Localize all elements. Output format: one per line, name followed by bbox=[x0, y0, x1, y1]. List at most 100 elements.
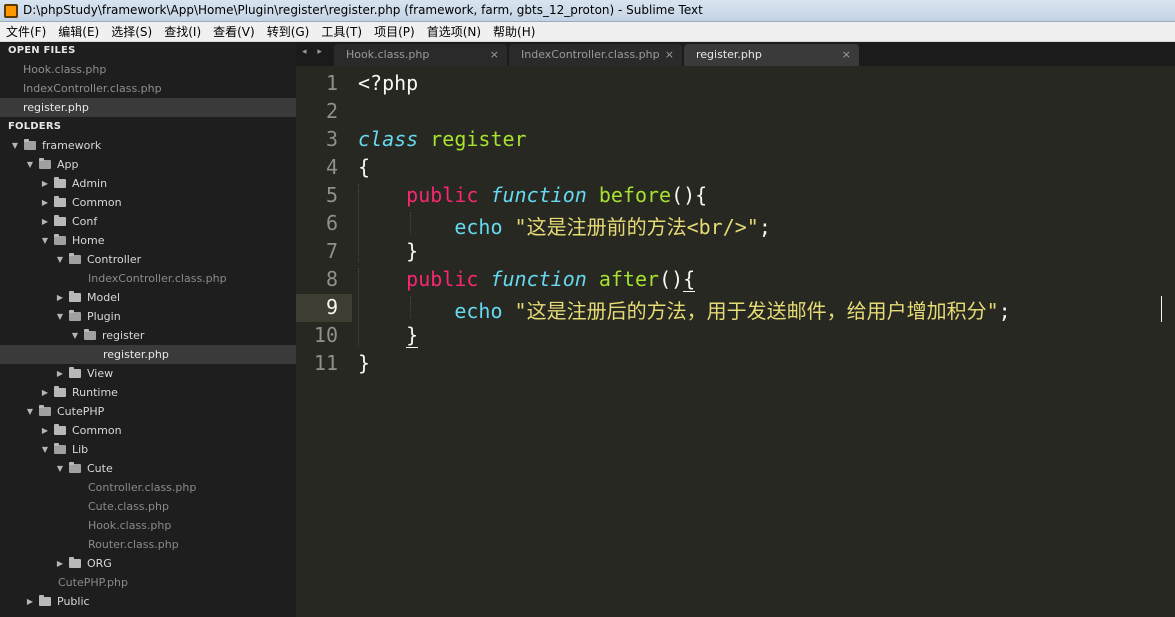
disclosure-closed-icon[interactable]: ▶ bbox=[55, 364, 65, 383]
tree-item-label: Cute bbox=[87, 462, 113, 475]
code-line-9: echo "这是注册后的方法，用于发送邮件，给用户增加积分"; bbox=[358, 295, 1011, 324]
code-line-1: <?php bbox=[358, 71, 418, 95]
folder-icon bbox=[54, 196, 66, 207]
tree-folder-row[interactable]: ▶ Admin bbox=[0, 174, 296, 193]
disclosure-closed-icon[interactable]: ▶ bbox=[40, 212, 50, 231]
disclosure-closed-icon[interactable]: ▶ bbox=[40, 174, 50, 193]
menu-view[interactable]: 查看(V) bbox=[213, 23, 255, 40]
disclosure-open-icon[interactable]: ▼ bbox=[40, 231, 50, 250]
tree-file-row[interactable]: IndexController.class.php bbox=[0, 269, 296, 288]
keyword-echo: echo bbox=[454, 215, 503, 239]
brace: } bbox=[406, 239, 419, 263]
disclosure-open-icon[interactable]: ▼ bbox=[25, 402, 35, 421]
brace: } bbox=[358, 351, 371, 375]
tree-item-label: register.php bbox=[103, 348, 169, 361]
disclosure-open-icon[interactable]: ▼ bbox=[25, 155, 35, 174]
tree-folder-row[interactable]: ▶ Common bbox=[0, 421, 296, 440]
tab-indexcontroller[interactable]: IndexController.class.php × bbox=[509, 44, 682, 66]
disclosure-closed-icon[interactable]: ▶ bbox=[55, 288, 65, 307]
disclosure-closed-icon[interactable]: ▶ bbox=[40, 193, 50, 212]
line-number: 5 bbox=[325, 183, 338, 207]
tree-folder-row[interactable]: ▶ Public bbox=[0, 592, 296, 611]
brace: { bbox=[358, 155, 371, 179]
disclosure-closed-icon[interactable]: ▶ bbox=[40, 383, 50, 402]
tree-item-label: framework bbox=[42, 139, 102, 152]
tree-folder-row[interactable]: ▶ Model bbox=[0, 288, 296, 307]
tree-folder-row[interactable]: ▶ Common bbox=[0, 193, 296, 212]
tree-folder-row[interactable]: ▼ register bbox=[0, 326, 296, 345]
tab-hook[interactable]: Hook.class.php × bbox=[334, 44, 507, 66]
sidebar: OPEN FILES Hook.class.php IndexControlle… bbox=[0, 42, 296, 617]
menu-preferences[interactable]: 首选项(N) bbox=[427, 23, 481, 40]
tree-file-row[interactable]: Controller.class.php bbox=[0, 478, 296, 497]
method-name: after bbox=[598, 267, 660, 291]
disclosure-closed-icon[interactable]: ▶ bbox=[55, 554, 65, 573]
tree-folder-row[interactable]: ▼ Cute bbox=[0, 459, 296, 478]
close-icon[interactable]: × bbox=[490, 44, 499, 66]
tree-folder-row[interactable]: ▶ Runtime bbox=[0, 383, 296, 402]
tree-file-row[interactable]: Hook.class.php bbox=[0, 516, 296, 535]
code-editor[interactable]: 1 2 3 4 5 6 7 8 9 10 11 <?php class regi… bbox=[296, 66, 1175, 617]
menu-find[interactable]: 查找(I) bbox=[164, 23, 201, 40]
tree-folder-row[interactable]: ▼ Lib bbox=[0, 440, 296, 459]
tree-folder-row[interactable]: ▶ ORG bbox=[0, 554, 296, 573]
disclosure-closed-icon[interactable]: ▶ bbox=[25, 592, 35, 611]
disclosure-open-icon[interactable]: ▼ bbox=[70, 326, 80, 345]
open-file-item[interactable]: Hook.class.php bbox=[0, 60, 296, 79]
tab-bar: ◂ ▸ Hook.class.php × IndexController.cla… bbox=[296, 42, 1175, 66]
disclosure-open-icon[interactable]: ▼ bbox=[55, 250, 65, 269]
window-title: D:\phpStudy\framework\App\Home\Plugin\re… bbox=[23, 3, 703, 17]
tree-item-label: View bbox=[87, 367, 114, 380]
text-cursor bbox=[1161, 296, 1162, 322]
open-file-item-active[interactable]: register.php bbox=[0, 98, 296, 117]
menu-selection[interactable]: 选择(S) bbox=[111, 23, 152, 40]
tree-file-row[interactable]: register.php bbox=[0, 345, 296, 364]
tree-file-row[interactable]: Cute.class.php bbox=[0, 497, 296, 516]
menu-edit[interactable]: 编辑(E) bbox=[58, 23, 99, 40]
tree-file-row[interactable]: Router.class.php bbox=[0, 535, 296, 554]
tree-file-row[interactable]: CutePHP.php bbox=[0, 573, 296, 592]
menu-project[interactable]: 项目(P) bbox=[374, 23, 415, 40]
disclosure-open-icon[interactable]: ▼ bbox=[40, 440, 50, 459]
keyword-public: public bbox=[406, 183, 479, 207]
sublime-app-icon bbox=[4, 4, 18, 18]
disclosure-open-icon[interactable]: ▼ bbox=[55, 459, 65, 478]
folder-icon bbox=[69, 253, 81, 264]
folder-icon bbox=[69, 557, 81, 568]
tree-folder-row[interactable]: ▼ App bbox=[0, 155, 296, 174]
tree-item-label: Common bbox=[72, 196, 122, 209]
menu-tools[interactable]: 工具(T) bbox=[321, 23, 362, 40]
tree-folder-row[interactable]: ▼ Home bbox=[0, 231, 296, 250]
line-number: 11 bbox=[313, 351, 338, 375]
tab-nav-arrows-icon[interactable]: ◂ ▸ bbox=[302, 47, 326, 57]
close-icon[interactable]: × bbox=[842, 44, 851, 66]
tree-item-label: CutePHP bbox=[57, 405, 105, 418]
menu-help[interactable]: 帮助(H) bbox=[493, 23, 535, 40]
semicolon: ; bbox=[998, 299, 1011, 323]
code-line-4: { bbox=[358, 155, 370, 179]
tree-folder-row[interactable]: ▼ Controller bbox=[0, 250, 296, 269]
disclosure-closed-icon[interactable]: ▶ bbox=[40, 421, 50, 440]
disclosure-open-icon[interactable]: ▼ bbox=[10, 136, 20, 155]
tree-folder-row[interactable]: ▶ View bbox=[0, 364, 296, 383]
tree-item-label: Controller bbox=[87, 253, 142, 266]
code-line-11: } bbox=[358, 351, 370, 375]
tree-folder-row[interactable]: ▼ Plugin bbox=[0, 307, 296, 326]
folder-icon bbox=[54, 177, 66, 188]
menu-goto[interactable]: 转到(G) bbox=[267, 23, 310, 40]
tree-folder-row[interactable]: ▼ CutePHP bbox=[0, 402, 296, 421]
line-number: 4 bbox=[325, 155, 338, 179]
close-icon[interactable]: × bbox=[665, 44, 674, 66]
tree-item-label: Hook.class.php bbox=[88, 519, 172, 532]
tree-folder-row[interactable]: ▶ Conf bbox=[0, 212, 296, 231]
menu-file[interactable]: 文件(F) bbox=[6, 23, 46, 40]
tab-label: Hook.class.php bbox=[346, 48, 430, 61]
tree-item-label: register bbox=[102, 329, 145, 342]
tree-item-label: CutePHP.php bbox=[58, 576, 128, 589]
folder-icon bbox=[39, 595, 51, 606]
tree-folder-row[interactable]: ▼ framework bbox=[0, 136, 296, 155]
disclosure-open-icon[interactable]: ▼ bbox=[55, 307, 65, 326]
tab-register[interactable]: register.php × bbox=[684, 44, 859, 66]
punctuation: () bbox=[659, 267, 684, 291]
open-file-item[interactable]: IndexController.class.php bbox=[0, 79, 296, 98]
